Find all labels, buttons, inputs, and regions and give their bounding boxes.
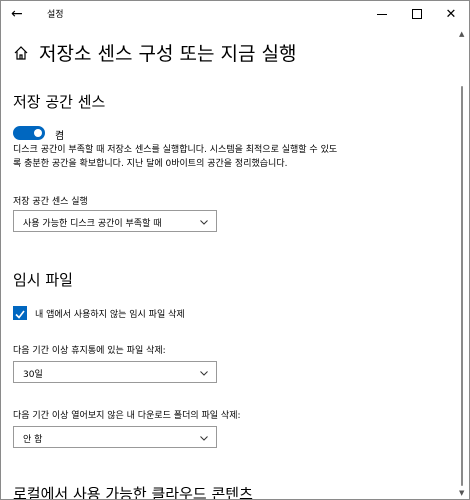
downloads-label: 다음 기간 이상 열어보지 않은 내 다운로드 폴더의 파일 삭제: [13,411,241,421]
toggle-state-label: 켬 [55,131,65,142]
scrollbar-thumb[interactable] [461,86,463,486]
scroll-up-icon[interactable]: ▲ [459,30,464,38]
scroll-down-icon[interactable]: ▼ [459,489,464,497]
dropdown-value: 30일 [23,370,43,380]
storage-sense-heading: 저장 공간 센스 [13,93,106,111]
minimize-icon [377,13,387,15]
downloads-dropdown[interactable]: 안 함 [13,426,217,448]
close-icon: ✕ [445,6,457,22]
recycle-bin-dropdown[interactable]: 30일 [13,361,217,383]
chevron-down-icon [200,436,208,441]
app-title: 설정 [47,10,64,20]
minimize-button[interactable] [365,1,399,27]
back-arrow-icon[interactable]: ← [11,6,27,22]
cloud-content-heading: 로컬에서 사용 가능한 클라우드 콘텐츠 [13,485,253,499]
page-title: 저장소 센스 구성 또는 지금 실행 [39,43,297,65]
settings-page: 저장소 센스 구성 또는 지금 실행 저장 공간 센스 켬 디스크 공간이 부족… [1,28,456,499]
run-storage-sense-label: 저장 공간 센스 실행 [13,197,88,207]
storage-sense-toggle[interactable] [13,126,45,140]
dropdown-value: 사용 가능한 디스크 공간이 부족할 때 [23,219,162,229]
delete-temp-files-label: 내 앱에서 사용하지 않는 임시 파일 삭제 [35,310,185,320]
storage-sense-description: 디스크 공간이 부족할 때 저장소 센스를 실행합니다. 시스템을 최적으로 실… [13,145,338,169]
toggle-knob [34,129,42,137]
maximize-icon [412,9,422,19]
delete-temp-files-checkbox[interactable] [13,306,27,320]
maximize-button[interactable] [400,1,434,27]
vertical-scrollbar[interactable]: ▲ ▼ [456,28,469,499]
temp-files-heading: 임시 파일 [13,271,73,289]
recycle-bin-label: 다음 기간 이상 휴지통에 있는 파일 삭제: [13,346,166,356]
settings-window: ← 설정 ✕ 저장소 센스 구성 또는 지금 실행 저장 공간 센스 켬 디스크… [0,0,470,500]
check-icon [15,310,25,319]
dropdown-value: 안 함 [23,435,43,445]
run-storage-sense-dropdown[interactable]: 사용 가능한 디스크 공간이 부족할 때 [13,210,217,232]
chevron-down-icon [200,371,208,376]
chevron-down-icon [200,220,208,225]
close-button[interactable]: ✕ [434,1,468,27]
home-icon [14,46,28,60]
title-bar: ← 설정 ✕ [1,1,469,28]
